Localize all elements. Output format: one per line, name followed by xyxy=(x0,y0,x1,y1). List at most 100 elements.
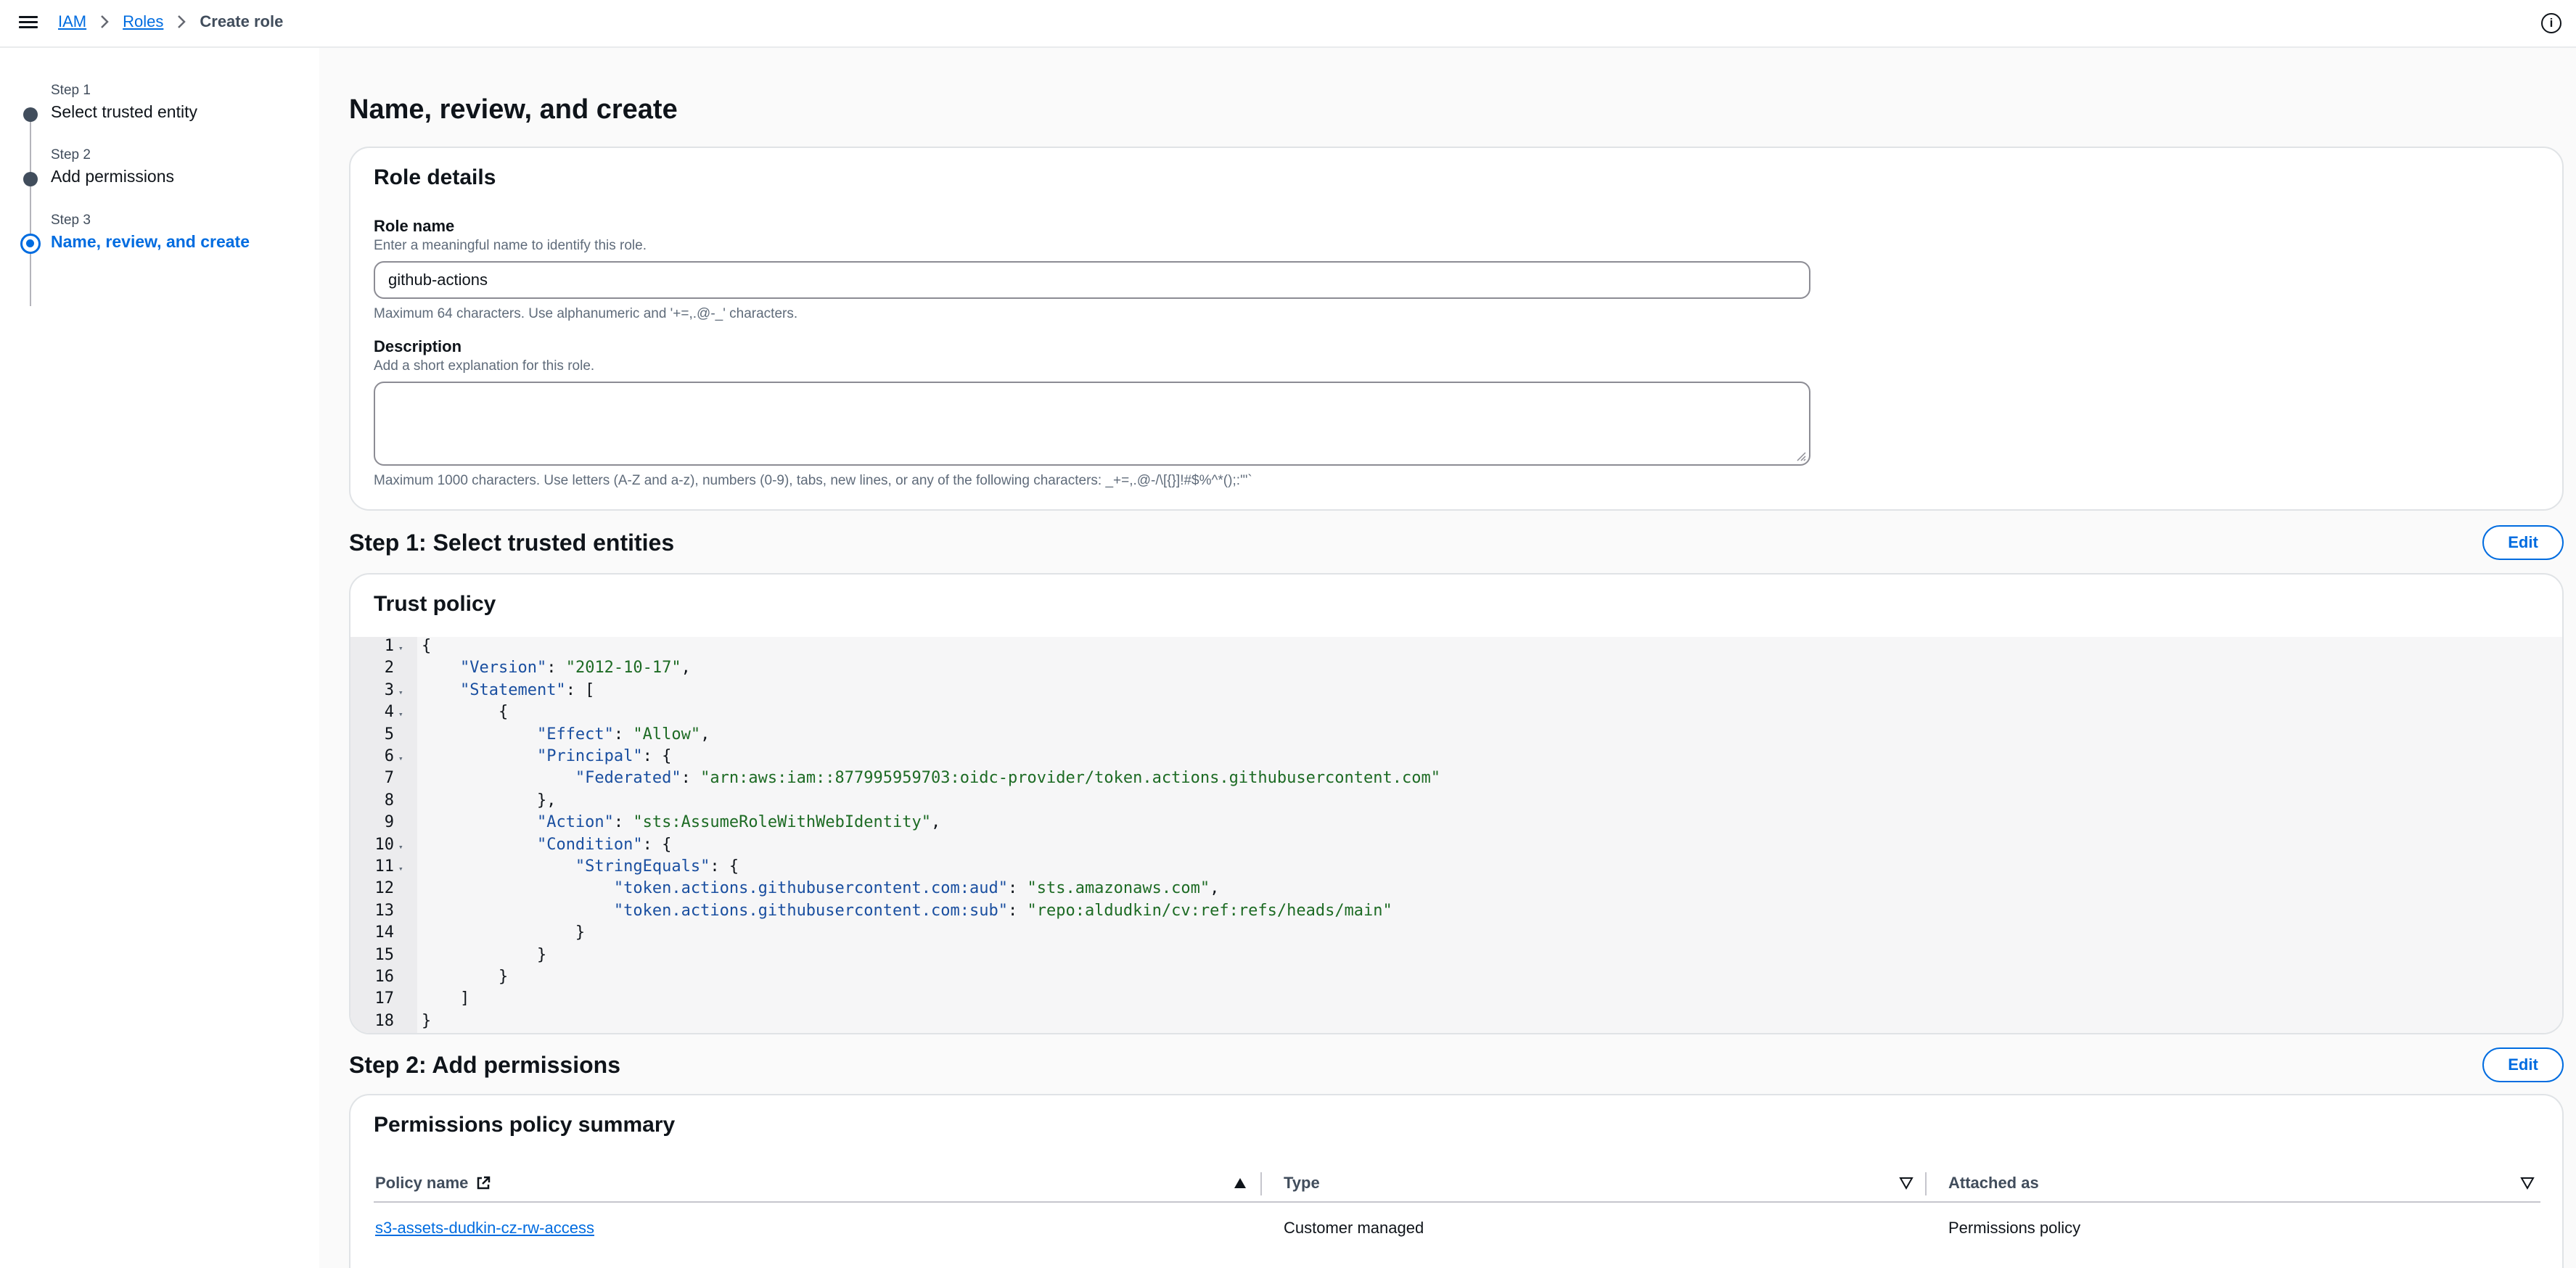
step-marker-icon xyxy=(23,107,38,122)
code-line: 3 ▾ "Statement": [ xyxy=(350,680,2562,703)
column-header-policy-name[interactable]: Policy name xyxy=(375,1174,491,1193)
wizard-steps: Step 1 Select trusted entity Step 2 Add … xyxy=(0,48,319,1268)
step2-section-title: Step 2: Add permissions xyxy=(349,1052,620,1078)
code-line: 12 "token.actions.githubusercontent.com:… xyxy=(350,879,2562,901)
breadcrumb-iam[interactable]: IAM xyxy=(58,12,86,31)
top-navigation-bar: IAM Roles Create role i xyxy=(0,0,2576,48)
resize-grip-icon xyxy=(1797,452,1806,461)
code-line: 15 } xyxy=(350,945,2562,968)
code-text: "Version": "2012-10-17", xyxy=(459,659,691,678)
cell-type: Customer managed xyxy=(1284,1219,1424,1237)
code-line: 5 "Effect": "Allow", xyxy=(350,725,2562,747)
trust-policy-container: Trust policy 1 ▾ {2 "Version": "2012-10-17… xyxy=(349,573,2564,1034)
trust-policy-heading: Trust policy xyxy=(374,592,496,616)
code-line: 16 } xyxy=(350,968,2562,989)
line-number: 3 xyxy=(384,680,394,699)
code-line: 2 "Version": "2012-10-17", xyxy=(350,659,2562,680)
policy-link[interactable]: s3-assets-dudkin-cz-rw-access xyxy=(375,1219,594,1237)
column-header-type[interactable]: Type xyxy=(1284,1174,1320,1193)
line-number: 18 xyxy=(374,1011,395,1030)
code-line: 18} xyxy=(350,1011,2562,1033)
fold-toggle-icon[interactable]: ▾ xyxy=(398,842,403,852)
breadcrumb: IAM Roles Create role xyxy=(58,12,283,31)
column-label: Policy name xyxy=(375,1174,469,1192)
role-name-constraint: Maximum 64 characters. Use alphanumeric … xyxy=(374,306,798,321)
code-text: { xyxy=(422,637,432,655)
sort-ascending-icon[interactable] xyxy=(1233,1177,1247,1190)
code-text: "token.actions.githubusercontent.com:aud… xyxy=(613,879,1220,898)
code-line: 8 }, xyxy=(350,791,2562,813)
line-number: 15 xyxy=(374,945,395,964)
trust-policy-code-editor[interactable]: 1 ▾{2 "Version": "2012-10-17", 3 ▾ "Stateme… xyxy=(350,637,2562,1033)
code-line: 14 } xyxy=(350,923,2562,945)
column-divider xyxy=(1260,1172,1262,1195)
role-details-heading: Role details xyxy=(374,165,496,189)
breadcrumb-roles[interactable]: Roles xyxy=(123,12,163,31)
fold-toggle-icon[interactable]: ▾ xyxy=(398,754,403,763)
code-text: }, xyxy=(422,791,557,810)
step-marker-icon xyxy=(23,172,38,186)
fold-toggle-icon[interactable]: ▾ xyxy=(398,709,403,719)
line-number: 9 xyxy=(384,813,394,832)
code-text: ] xyxy=(422,989,470,1008)
code-text: } xyxy=(422,923,586,942)
code-line: 13 "token.actions.githubusercontent.com:… xyxy=(350,901,2562,923)
line-number: 14 xyxy=(374,923,395,942)
column-header-attached-as[interactable]: Attached as xyxy=(1948,1174,2039,1193)
step1-section-title: Step 1: Select trusted entities xyxy=(349,530,675,556)
step-title: Name, review, and create xyxy=(51,232,250,251)
role-name-description: Enter a meaningful name to identify this… xyxy=(374,238,647,253)
chevron-right-icon xyxy=(99,15,110,29)
menu-icon[interactable] xyxy=(19,13,38,32)
line-number: 12 xyxy=(374,879,395,898)
line-number: 2 xyxy=(384,659,394,678)
step-title[interactable]: Add permissions xyxy=(51,167,174,186)
sort-icon[interactable] xyxy=(1899,1177,1913,1190)
column-divider xyxy=(1925,1172,1927,1195)
sort-icon[interactable] xyxy=(2520,1177,2535,1190)
main-content: Name, review, and create Role details Ro… xyxy=(319,48,2576,1268)
code-line: 9 "Action": "sts:AssumeRoleWithWebIdenti… xyxy=(350,813,2562,835)
step-active-marker-icon xyxy=(20,234,41,254)
role-name-label: Role name xyxy=(374,217,455,235)
fold-toggle-icon[interactable]: ▾ xyxy=(398,643,403,653)
code-text: } xyxy=(422,945,547,964)
code-text: { xyxy=(422,703,509,722)
code-line: 17 ] xyxy=(350,989,2562,1011)
step1-edit-button[interactable]: Edit xyxy=(2482,525,2564,560)
info-icon[interactable]: i xyxy=(2541,13,2561,33)
page-title: Name, review, and create xyxy=(349,94,678,125)
step2-edit-button[interactable]: Edit xyxy=(2482,1047,2564,1082)
step-title[interactable]: Select trusted entity xyxy=(51,102,197,122)
description-hint: Add a short explanation for this role. xyxy=(374,358,595,374)
code-line: 7 "Federated": "arn:aws:iam::87799595970… xyxy=(350,769,2562,791)
line-number: 5 xyxy=(384,725,394,744)
line-number: 6 xyxy=(384,747,394,765)
code-text: "Federated": "arn:aws:iam::877995959703:… xyxy=(575,769,1440,788)
step-label: Step 3 xyxy=(51,213,91,228)
line-number: 7 xyxy=(384,769,394,788)
fold-toggle-icon[interactable]: ▾ xyxy=(398,688,403,697)
code-text: "Statement": [ xyxy=(459,680,595,699)
fold-toggle-icon[interactable]: ▾ xyxy=(398,864,403,873)
column-label: Attached as xyxy=(1948,1174,2039,1192)
description-label: Description xyxy=(374,337,462,355)
line-number: 16 xyxy=(374,968,395,986)
code-line: 11 ▾ "StringEquals": { xyxy=(350,857,2562,879)
code-text: "Effect": "Allow", xyxy=(536,725,710,744)
column-label: Type xyxy=(1284,1174,1320,1192)
steps-connector xyxy=(30,116,31,306)
role-name-input[interactable]: github-actions xyxy=(374,261,1810,299)
description-textarea[interactable] xyxy=(374,382,1810,466)
code-text: "StringEquals": { xyxy=(575,857,739,876)
cell-policy-name[interactable]: s3-assets-dudkin-cz-rw-access xyxy=(375,1219,594,1238)
permissions-summary-container: Permissions policy summary Policy name T… xyxy=(349,1094,2564,1268)
external-link-icon xyxy=(477,1176,491,1190)
code-line: 4 ▾ { xyxy=(350,703,2562,725)
chevron-right-icon xyxy=(176,15,186,29)
permissions-summary-heading: Permissions policy summary xyxy=(374,1113,676,1137)
code-line: 10 ▾ "Condition": { xyxy=(350,836,2562,857)
code-text: "token.actions.githubusercontent.com:sub… xyxy=(613,901,1392,920)
code-text: } xyxy=(422,968,509,986)
line-number: 1 xyxy=(384,637,394,655)
